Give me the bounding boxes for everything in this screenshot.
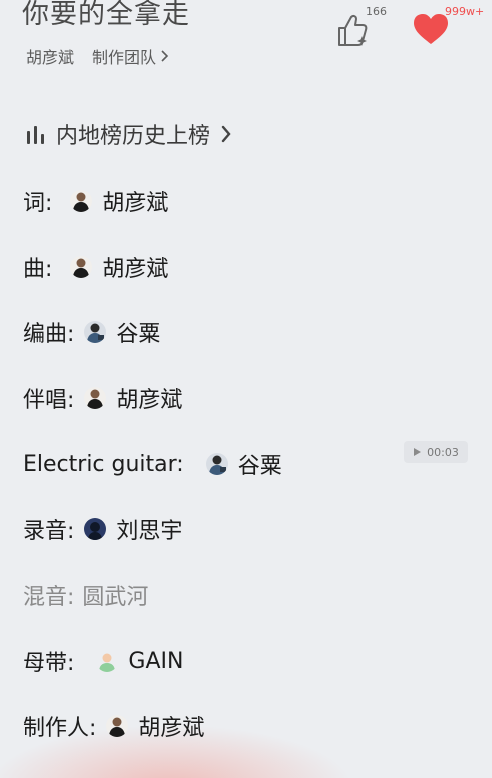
credit-name[interactable]: GAIN — [128, 649, 183, 674]
credit-name: 圆武河 — [82, 585, 149, 610]
person-avatar-icon — [70, 256, 93, 278]
person-avatar-icon — [106, 715, 129, 737]
credit-name[interactable]: 胡彦斌 — [102, 185, 168, 217]
bar-chart-icon — [27, 126, 44, 144]
credit-role: 词: — [23, 191, 53, 216]
play-icon — [414, 448, 422, 456]
credit-role: 混音: — [23, 585, 75, 610]
credit-row-arranger: 编曲: 谷粟 — [23, 315, 160, 349]
credit-name[interactable]: 胡彦斌 — [102, 251, 168, 283]
credit-role: Electric guitar: — [23, 451, 184, 477]
person-avatar-icon — [84, 321, 107, 343]
credit-row-producer: 制作人: 胡彦斌 — [23, 709, 204, 743]
avatar[interactable] — [106, 715, 129, 737]
chart-history-link[interactable]: 内地榜历史上榜 — [26, 118, 232, 150]
avatar[interactable] — [96, 650, 119, 672]
credit-row-composer: 曲: 胡彦斌 — [23, 250, 168, 284]
credit-row-electric-guitar: Electric guitar: 谷粟 — [23, 447, 282, 481]
person-avatar-icon — [70, 190, 93, 212]
chevron-right-icon — [221, 125, 231, 143]
favorite-button[interactable]: 999w+ — [412, 5, 484, 50]
credit-row-backing-vocal: 伴唱: 胡彦斌 — [23, 381, 182, 415]
credit-name[interactable]: 刘思宇 — [116, 513, 182, 545]
credit-row-lyrics: 词: 胡彦斌 — [23, 184, 168, 218]
avatar[interactable] — [84, 518, 107, 540]
avatar[interactable] — [205, 453, 228, 475]
avatar[interactable] — [70, 256, 93, 278]
avatar[interactable] — [84, 387, 107, 409]
credit-row-mixing: 混音: 圆武河 — [23, 578, 148, 612]
person-avatar-icon — [84, 518, 107, 540]
artist-link[interactable]: 胡彦斌 — [26, 44, 74, 68]
song-title: 你要的全拿走 — [22, 0, 190, 30]
credit-row-recording: 录音: 刘思宇 — [23, 512, 182, 546]
like-button[interactable]: 166 — [336, 5, 387, 48]
video-duration: 00:03 — [427, 445, 459, 459]
favorite-count: 999w+ — [445, 5, 485, 18]
credit-row-mastering: 母带: GAIN — [23, 644, 183, 678]
avatar[interactable] — [70, 190, 93, 212]
credit-role: 母带: — [23, 651, 75, 676]
credit-name[interactable]: 胡彦斌 — [116, 382, 182, 414]
default-user-icon — [96, 650, 119, 672]
credit-role: 编曲: — [23, 322, 75, 347]
person-avatar-icon — [84, 387, 107, 409]
person-avatar-icon — [205, 453, 228, 475]
like-count: 166 — [366, 5, 387, 18]
credit-role: 伴唱: — [23, 388, 75, 413]
credit-name[interactable]: 胡彦斌 — [138, 710, 204, 742]
avatar[interactable] — [84, 321, 107, 343]
credit-name[interactable]: 谷粟 — [238, 448, 282, 480]
chart-history-label: 内地榜历史上榜 — [56, 124, 211, 149]
team-link-label: 制作团队 — [92, 48, 157, 67]
thumbs-up-icon — [338, 14, 368, 46]
team-link[interactable]: 制作团队 — [92, 44, 169, 68]
artist-row: 胡彦斌 制作团队 — [26, 44, 169, 68]
credit-role: 录音: — [23, 519, 75, 544]
credit-role: 曲: — [23, 257, 53, 282]
video-preview-chip[interactable]: 00:03 — [404, 441, 468, 463]
chevron-right-icon — [161, 50, 169, 62]
credit-role: 制作人: — [23, 716, 97, 741]
credit-name[interactable]: 谷粟 — [116, 316, 160, 348]
